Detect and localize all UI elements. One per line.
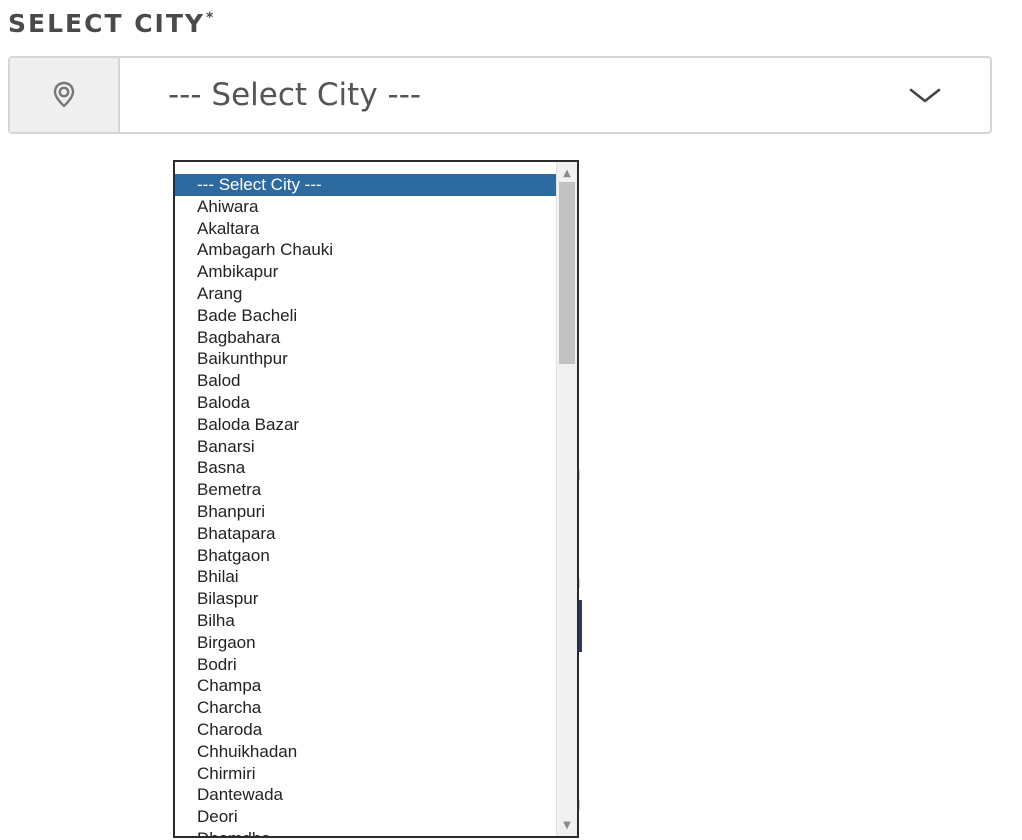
- city-option[interactable]: Ambagarh Chauki: [175, 239, 557, 261]
- city-option[interactable]: Chhuikhadan: [175, 741, 557, 763]
- background-edge: [579, 600, 582, 652]
- city-option[interactable]: Baloda: [175, 392, 557, 414]
- city-select[interactable]: --- Select City ---: [8, 56, 992, 134]
- scroll-down-icon[interactable]: ▼: [557, 816, 577, 834]
- background-edge: [579, 578, 580, 588]
- city-dropdown-list[interactable]: --- Select City --- Ahiwara Akaltara Ambaga…: [173, 160, 579, 838]
- city-option[interactable]: Charcha: [175, 697, 557, 719]
- city-option[interactable]: Bhanpuri: [175, 501, 557, 523]
- background-edge: [579, 800, 580, 810]
- city-option[interactable]: Bhilai: [175, 566, 557, 588]
- city-option[interactable]: Arang: [175, 283, 557, 305]
- location-icon-cell: [10, 58, 120, 132]
- city-option[interactable]: Bemetra: [175, 479, 557, 501]
- background-edge: [579, 470, 580, 480]
- city-option[interactable]: Basna: [175, 457, 557, 479]
- city-option[interactable]: Ahiwara: [175, 196, 557, 218]
- dropdown-scrollbar[interactable]: ▲ ▼: [556, 162, 577, 836]
- city-option[interactable]: Chirmiri: [175, 763, 557, 785]
- city-option[interactable]: Banarsi: [175, 436, 557, 458]
- city-option[interactable]: Champa: [175, 675, 557, 697]
- page: SELECT CITY* --- Select City --- --- Sel…: [0, 0, 1022, 840]
- location-pin-icon: [49, 80, 79, 110]
- city-option[interactable]: Bhatgaon: [175, 545, 557, 567]
- city-option[interactable]: Bagbahara: [175, 327, 557, 349]
- city-option[interactable]: Bodri: [175, 654, 557, 676]
- city-option[interactable]: Ambikapur: [175, 261, 557, 283]
- required-marker: *: [206, 10, 214, 26]
- chevron-down-icon[interactable]: [860, 58, 990, 132]
- city-option[interactable]: Bhatapara: [175, 523, 557, 545]
- city-option[interactable]: Bilha: [175, 610, 557, 632]
- city-option[interactable]: Deori: [175, 806, 557, 828]
- city-option[interactable]: Dhamdha: [175, 828, 557, 836]
- select-value: --- Select City ---: [168, 77, 422, 113]
- city-option[interactable]: Akaltara: [175, 218, 557, 240]
- city-option[interactable]: Birgaon: [175, 632, 557, 654]
- city-option[interactable]: Baikunthpur: [175, 348, 557, 370]
- city-option[interactable]: Bade Bacheli: [175, 305, 557, 327]
- field-label: SELECT CITY*: [8, 2, 213, 40]
- field-label-text: SELECT CITY: [8, 9, 205, 38]
- scroll-thumb[interactable]: [559, 182, 575, 364]
- city-option[interactable]: Charoda: [175, 719, 557, 741]
- city-option[interactable]: Baloda Bazar: [175, 414, 557, 436]
- scroll-up-icon[interactable]: ▲: [557, 164, 577, 182]
- city-option[interactable]: Bilaspur: [175, 588, 557, 610]
- city-option[interactable]: --- Select City ---: [175, 174, 557, 196]
- city-option[interactable]: Dantewada: [175, 784, 557, 806]
- dropdown-options: --- Select City --- Ahiwara Akaltara Ambaga…: [175, 174, 557, 836]
- city-option[interactable]: Balod: [175, 370, 557, 392]
